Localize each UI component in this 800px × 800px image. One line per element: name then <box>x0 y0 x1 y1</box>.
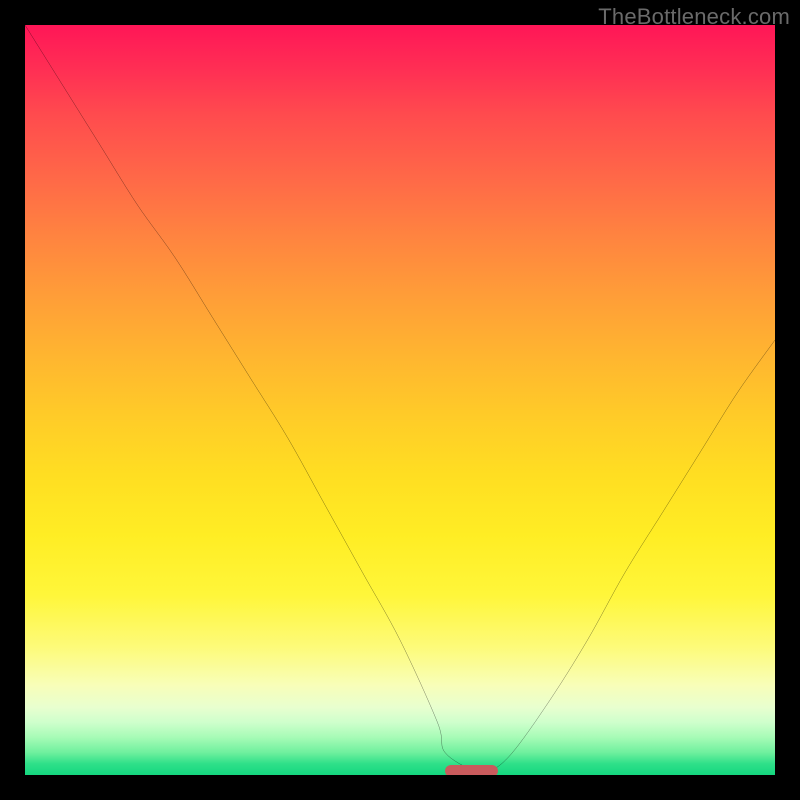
watermark-label: TheBottleneck.com <box>598 4 790 30</box>
bottleneck-curve-path <box>25 25 775 774</box>
optimal-marker <box>445 765 498 776</box>
bottleneck-curve <box>25 25 775 775</box>
chart-frame: TheBottleneck.com <box>0 0 800 800</box>
plot-area <box>25 25 775 775</box>
